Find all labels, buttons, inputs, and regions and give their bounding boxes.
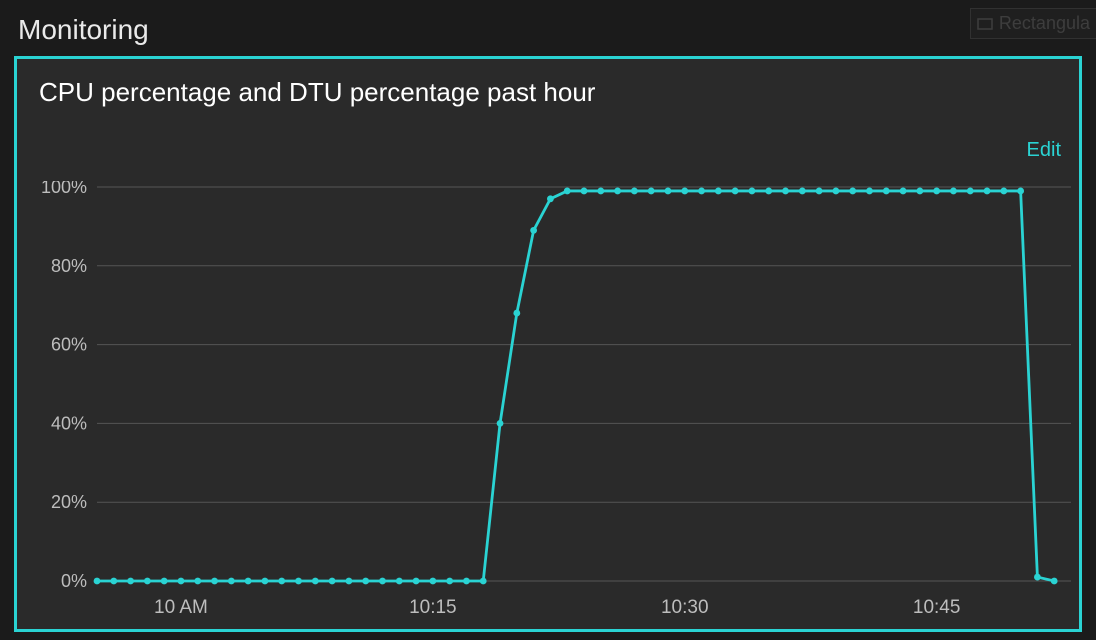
metrics-tile[interactable]: CPU percentage and DTU percentage past h… <box>14 56 1082 632</box>
svg-text:10:15: 10:15 <box>409 597 457 618</box>
svg-text:20%: 20% <box>51 492 87 512</box>
svg-text:100%: 100% <box>41 181 87 197</box>
svg-text:40%: 40% <box>51 413 87 433</box>
edit-button[interactable]: Edit <box>1027 139 1061 162</box>
chart-area: 0% 20% 40% 60% 80% 100% 10 AM 10:15 10:30 10:45 <box>17 181 1079 629</box>
chart-title: CPU percentage and DTU percentage past h… <box>17 59 1079 112</box>
line-chart: 0% 20% 40% 60% 80% 100% 10 AM 10:15 10:30 10:45 <box>17 181 1079 629</box>
svg-text:60%: 60% <box>51 335 87 355</box>
capture-mode-button[interactable]: Rectangula <box>970 8 1096 39</box>
capture-mode-label: Rectangula <box>999 13 1090 34</box>
page-title: Monitoring <box>0 0 1096 56</box>
capture-icon <box>977 18 993 30</box>
svg-text:80%: 80% <box>51 256 87 276</box>
svg-text:10 AM: 10 AM <box>154 597 208 618</box>
svg-text:10:45: 10:45 <box>913 597 961 618</box>
svg-text:10:30: 10:30 <box>661 597 709 618</box>
svg-text:0%: 0% <box>61 571 87 591</box>
